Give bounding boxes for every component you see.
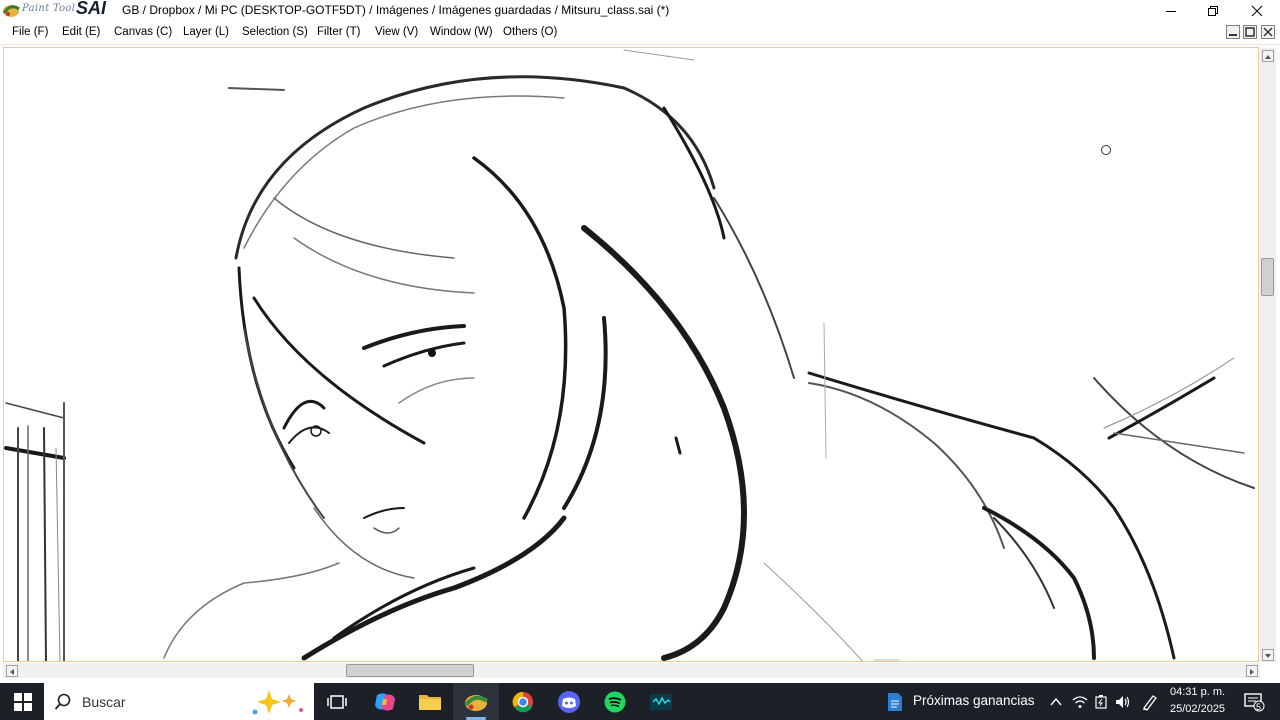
task-view-icon [327, 694, 347, 709]
audio-app-icon [650, 693, 672, 710]
chrome-button[interactable] [500, 683, 546, 720]
audio-app-button[interactable] [638, 683, 684, 720]
wifi-icon [1072, 695, 1088, 708]
logo-big-text: SAI [76, 0, 107, 18]
arrow-up-icon [1265, 55, 1271, 59]
file-explorer-button[interactable] [407, 683, 453, 720]
document-widget-icon [888, 692, 902, 711]
restore-icon [1208, 5, 1218, 16]
show-hidden-icons-button[interactable] [1044, 683, 1068, 720]
close-icon [1251, 5, 1263, 16]
search-placeholder: Buscar [82, 694, 126, 710]
minimize-button[interactable] [1148, 0, 1194, 21]
windows-logo-icon [14, 692, 32, 711]
search-highlight-icon [252, 690, 303, 715]
close-icon [1263, 27, 1273, 37]
arrow-down-icon [1265, 654, 1271, 658]
clock-time[interactable]: 04:31 p. m. [1170, 686, 1225, 698]
notification-center-button[interactable]: 5 [1234, 683, 1274, 720]
menu-canvas[interactable]: Canvas (C) [114, 26, 172, 38]
battery-button[interactable] [1090, 683, 1112, 720]
painttool-sai-taskbar-button[interactable] [453, 683, 499, 720]
canvas-close-button[interactable] [1261, 25, 1275, 39]
discord-icon [558, 690, 580, 713]
file-explorer-icon [419, 694, 441, 710]
painttool-sai-icon [464, 694, 489, 711]
spotify-icon [604, 691, 626, 712]
logo-small-text: Paint Tool [22, 3, 76, 14]
widget-button[interactable] [880, 683, 910, 720]
menu-bar: File (F) Edit (E) Canvas (C) Layer (L) S… [0, 22, 1280, 45]
taskbar-search-box[interactable]: Buscar [44, 683, 314, 720]
menu-view[interactable]: View (V) [375, 26, 418, 38]
title-bar: Paint Tool SAI GB / Dropbox / Mi PC (DES… [0, 0, 1280, 21]
discord-button[interactable] [546, 683, 592, 720]
horizontal-scrollbar[interactable] [3, 663, 1260, 678]
window-title: GB / Dropbox / Mi PC (DESKTOP-GOTF5DT) /… [122, 3, 670, 17]
menu-window[interactable]: Window (W) [430, 26, 493, 38]
search-icon [54, 693, 71, 710]
clock-date[interactable]: 25/02/2025 [1170, 703, 1225, 715]
chrome-icon [512, 691, 533, 712]
notification-icon [1244, 692, 1265, 711]
brush-cursor [1101, 145, 1111, 155]
task-view-button[interactable] [314, 683, 360, 720]
battery-icon [1095, 694, 1107, 709]
notification-count: 5 [1256, 702, 1262, 712]
menu-layer[interactable]: Layer (L) [183, 26, 229, 38]
sketch-artwork [4, 49, 1255, 661]
restore-button[interactable] [1190, 0, 1236, 21]
copilot-button[interactable] [362, 683, 408, 720]
volume-button[interactable] [1112, 683, 1134, 720]
menu-edit[interactable]: Edit (E) [62, 26, 100, 38]
vertical-scroll-thumb[interactable] [1261, 258, 1274, 296]
menu-file[interactable]: File (F) [12, 26, 48, 38]
menu-selection[interactable]: Selection (S) [242, 26, 308, 38]
start-button[interactable] [0, 683, 46, 720]
maximize-icon [1245, 27, 1255, 37]
speaker-icon [1116, 695, 1130, 708]
minimize-icon [1166, 10, 1176, 12]
painttool-sai-logo: Paint Tool SAI [2, 0, 110, 19]
close-button[interactable] [1234, 0, 1280, 21]
sai-logo-icon [2, 5, 20, 17]
canvas-minimize-button[interactable] [1226, 25, 1240, 39]
network-button[interactable] [1068, 683, 1092, 720]
canvas-maximize-button[interactable] [1243, 25, 1257, 39]
pen-menu-button[interactable] [1138, 683, 1162, 720]
scroll-up-button[interactable] [1262, 50, 1274, 62]
scroll-left-button[interactable] [6, 665, 18, 677]
taskbar: Buscar Próximas ganancias 04:31 p. m. 25… [0, 683, 1280, 720]
horizontal-scroll-thumb[interactable] [346, 664, 474, 677]
menu-others[interactable]: Others (O) [503, 26, 557, 38]
pen-icon [1143, 694, 1157, 711]
arrow-left-icon [10, 669, 14, 675]
menu-filter[interactable]: Filter (T) [317, 26, 360, 38]
chevron-up-icon [1050, 697, 1062, 705]
widget-label[interactable]: Próximas ganancias [913, 693, 1035, 708]
scroll-right-button[interactable] [1246, 665, 1258, 677]
scroll-down-button[interactable] [1262, 649, 1274, 661]
copilot-icon [375, 692, 395, 711]
drawing-canvas[interactable] [3, 47, 1259, 662]
minimize-icon [1229, 34, 1237, 36]
spotify-button[interactable] [592, 683, 638, 720]
vertical-scrollbar[interactable] [1260, 48, 1276, 662]
arrow-right-icon [1250, 669, 1254, 675]
